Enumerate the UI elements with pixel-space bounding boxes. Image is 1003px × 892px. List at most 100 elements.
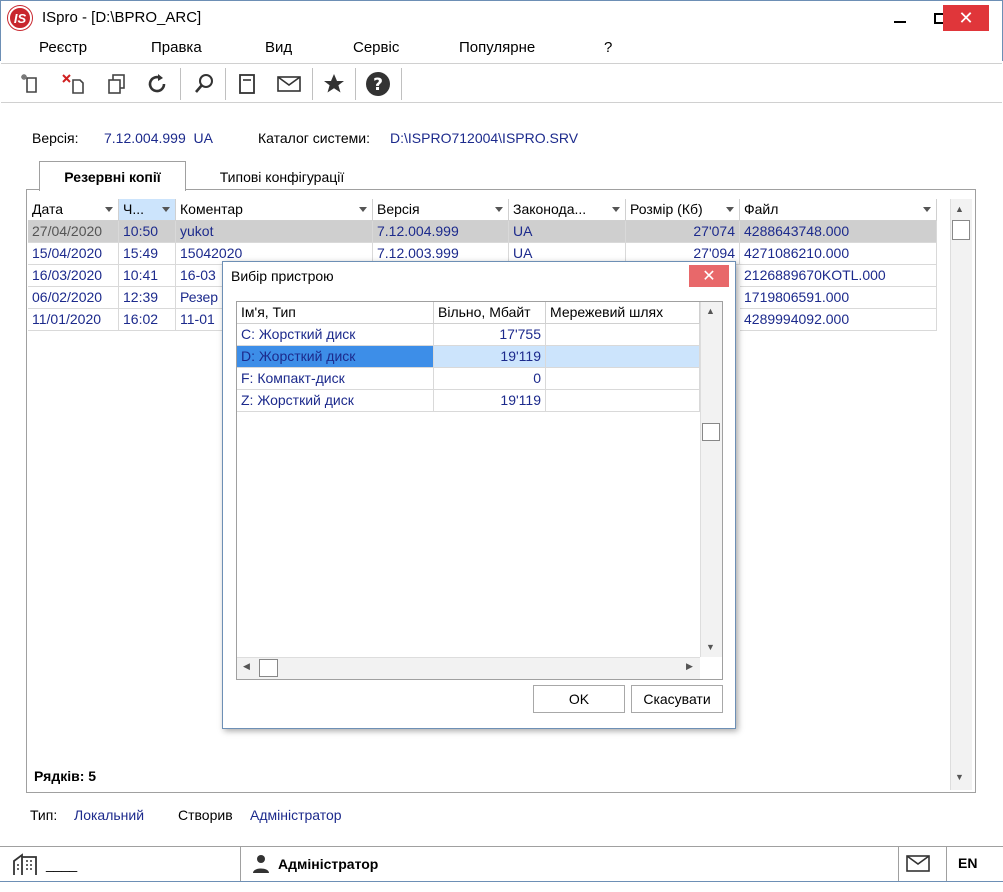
cell-date: 16/03/2020: [28, 265, 119, 287]
cell-file: 4271086210.000: [740, 243, 937, 265]
column-header-version[interactable]: Версія: [373, 199, 509, 221]
cell-device: C: Жорсткий диск: [237, 324, 434, 346]
cell-device: D: Жорсткий диск: [237, 346, 434, 368]
menu-item-edit[interactable]: Правка: [151, 39, 202, 56]
cell-version: 7.12.004.999: [373, 221, 509, 243]
sort-arrow-icon: [359, 207, 367, 212]
ok-button[interactable]: OK: [533, 685, 625, 713]
copy-doc-icon[interactable]: [101, 68, 133, 100]
cell-path: [546, 368, 700, 390]
app-logo-icon: IS: [8, 6, 32, 30]
tab-typical-configs[interactable]: Типові конфігурації: [196, 164, 368, 190]
building-icon: [12, 851, 40, 880]
cancel-button[interactable]: Скасувати: [631, 685, 723, 713]
menu-item-registry[interactable]: Реєстр: [39, 39, 87, 56]
new-doc-icon[interactable]: [15, 68, 47, 100]
cell-time: 15:49: [119, 243, 176, 265]
cell-time: 12:39: [119, 287, 176, 309]
scrollbar-thumb[interactable]: [259, 659, 278, 677]
created-label: Створив: [178, 807, 233, 823]
scrollbar-thumb[interactable]: [952, 220, 970, 240]
column-header-comment[interactable]: Коментар: [176, 199, 373, 221]
help-icon[interactable]: ?: [362, 68, 394, 100]
cell-file: 4288643748.000: [740, 221, 937, 243]
status-separator: [898, 847, 899, 881]
cell-date: 27/04/2020: [28, 221, 119, 243]
search-icon[interactable]: [188, 68, 220, 100]
cell-legislation: UA: [509, 221, 626, 243]
toolbar-separator: [355, 68, 356, 100]
cell-time: 10:50: [119, 221, 176, 243]
menu-item-popular[interactable]: Популярне: [459, 39, 535, 56]
sort-arrow-icon: [162, 207, 170, 212]
version-label: Версія:: [32, 130, 79, 146]
scroll-right-icon[interactable]: ▶: [686, 661, 693, 672]
cell-size: 27'074: [626, 221, 740, 243]
status-user: Адміністратор: [278, 856, 379, 872]
cell-date: 06/02/2020: [28, 287, 119, 309]
column-header-legislation[interactable]: Законода...: [509, 199, 626, 221]
document-icon[interactable]: [231, 68, 263, 100]
vertical-scrollbar[interactable]: [950, 199, 972, 790]
cell-time: 10:41: [119, 265, 176, 287]
catalog-label: Каталог системи:: [258, 130, 370, 146]
menu-item-help[interactable]: ?: [604, 39, 612, 56]
sort-arrow-icon: [726, 207, 734, 212]
close-icon: ✕: [958, 7, 974, 28]
minimize-icon: [894, 20, 906, 23]
language-indicator[interactable]: EN: [958, 855, 977, 871]
status-bar: ____ Адміністратор EN: [0, 846, 1003, 882]
dialog-vertical-scrollbar[interactable]: [700, 302, 722, 657]
column-header-file[interactable]: Файл: [740, 199, 937, 221]
scroll-down-icon[interactable]: ▼: [706, 642, 715, 652]
toolbar: ?: [1, 63, 1002, 103]
scroll-up-icon[interactable]: ▲: [955, 204, 964, 214]
scroll-down-icon[interactable]: ▼: [955, 772, 964, 782]
toolbar-separator: [401, 68, 402, 100]
column-header-size[interactable]: Розмір (Кб): [626, 199, 740, 221]
device-grid: Ім'я, Тип Вільно, Мбайт Мережевий шлях C…: [236, 301, 723, 680]
rows-count: Рядків: 5: [34, 768, 97, 784]
column-header-free[interactable]: Вільно, Мбайт: [434, 302, 546, 324]
cell-path: [546, 346, 700, 368]
menu-item-service[interactable]: Сервіс: [353, 39, 399, 56]
menu-bar: Реєстр Правка Вид Сервіс Популярне ?: [0, 37, 1003, 61]
user-icon: [252, 854, 270, 877]
delete-doc-icon[interactable]: [57, 68, 89, 100]
cell-path: [546, 324, 700, 346]
refresh-icon[interactable]: [141, 68, 173, 100]
catalog-value: D:\ISPRO712004\ISPRO.SRV: [390, 130, 579, 146]
cell-file: 4289994092.000: [740, 309, 937, 331]
cell-free: 0: [434, 368, 546, 390]
cell-free: 19'119: [434, 346, 546, 368]
close-button[interactable]: ✕: [943, 5, 989, 31]
dialog-close-button[interactable]: ✕: [689, 265, 729, 287]
version-value: 7.12.004.999 UA: [104, 130, 213, 146]
scroll-up-icon[interactable]: ▲: [706, 306, 715, 316]
cell-comment: yukot: [176, 221, 373, 243]
mail-icon[interactable]: [905, 853, 931, 878]
cell-date: 15/04/2020: [28, 243, 119, 265]
scroll-left-icon[interactable]: ◀: [243, 661, 250, 672]
toolbar-separator: [180, 68, 181, 100]
status-separator: [240, 847, 241, 881]
cell-free: 19'119: [434, 390, 546, 412]
toolbar-separator: [312, 68, 313, 100]
column-header-date[interactable]: Дата: [28, 199, 119, 221]
sort-arrow-icon: [495, 207, 503, 212]
star-icon[interactable]: [318, 68, 350, 100]
mail-icon[interactable]: [273, 68, 305, 100]
menu-item-view[interactable]: Вид: [265, 39, 292, 56]
column-header-network-path[interactable]: Мережевий шлях: [546, 302, 700, 324]
column-header-time[interactable]: Ч...: [119, 199, 176, 221]
cell-device: Z: Жорсткий диск: [237, 390, 434, 412]
scrollbar-thumb[interactable]: [702, 423, 720, 441]
column-header-name[interactable]: Ім'я, Тип: [237, 302, 434, 324]
minimize-button[interactable]: [880, 0, 920, 37]
dialog-horizontal-scrollbar[interactable]: [237, 657, 700, 679]
sort-arrow-icon: [105, 207, 113, 212]
close-icon: ✕: [702, 268, 716, 285]
tab-backups[interactable]: Резервні копії: [39, 161, 186, 191]
dialog-title: Вибір пристрою: [231, 268, 334, 284]
window-title: ISpro - [D:\BPRO_ARC]: [42, 9, 202, 26]
